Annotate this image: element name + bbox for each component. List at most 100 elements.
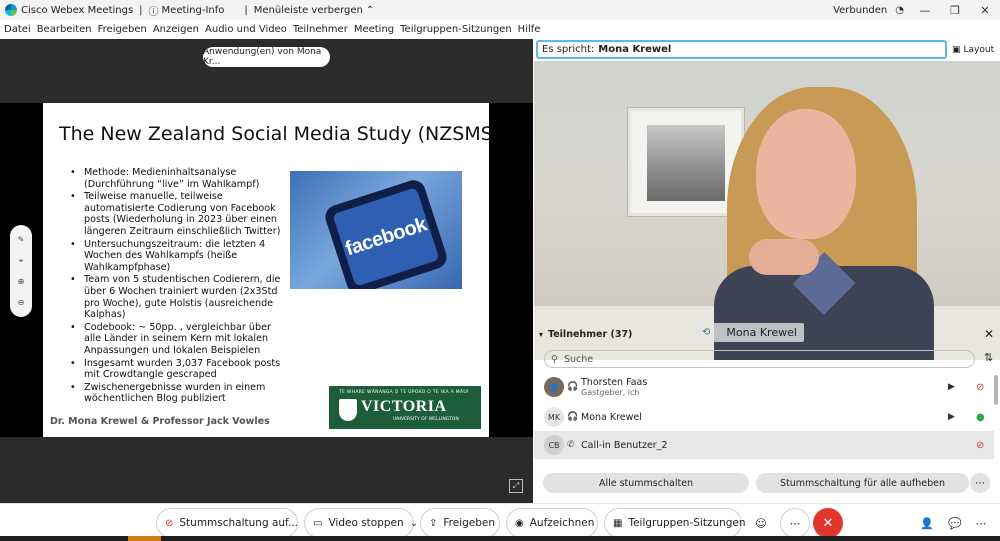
share-button[interactable]: ⇪ Freigeben bbox=[420, 508, 500, 538]
slide-bullet: Codebook: ~ 50pp. , vergleichbar über al… bbox=[67, 322, 282, 357]
facebook-phone-image: facebook bbox=[290, 171, 462, 289]
participant-name: Thorsten Faas bbox=[581, 377, 648, 388]
speaking-name: Mona Krewel bbox=[598, 44, 672, 55]
slide-bullet: Untersuchungszeitraum: die letzten 4 Woc… bbox=[67, 239, 282, 274]
right-panel: Es spricht: Mona Krewel ▣ Layout ⟲ Mona … bbox=[534, 39, 1000, 503]
slide-title: The New Zealand Social Media Study (NZSM… bbox=[59, 123, 489, 145]
share-icon: ⇪ bbox=[429, 517, 438, 529]
menu-bearbeiten[interactable]: Bearbeiten bbox=[37, 24, 92, 35]
breakout-button[interactable]: ▦ Teilgruppen-Sitzungen bbox=[604, 508, 746, 538]
mic-muted-icon: ⊘ bbox=[165, 517, 174, 529]
scrollbar-thumb[interactable] bbox=[994, 375, 998, 405]
participant-row[interactable]: 👤 🎧 Thorsten Faas Gastgeber, ich ▶ ⊘ bbox=[534, 373, 994, 401]
more-options-icon[interactable]: ⋯ bbox=[970, 473, 990, 493]
mic-muted-icon[interactable]: ⊘ bbox=[976, 440, 984, 451]
camera-icon: ▶ bbox=[948, 382, 955, 392]
search-icon: ⚲ bbox=[551, 353, 558, 365]
hide-menu-button[interactable]: Menüleiste verbergen ⌃ bbox=[254, 5, 374, 16]
close-icon: ✕ bbox=[822, 515, 834, 531]
record-button[interactable]: ◉ Aufzeichnen bbox=[506, 508, 598, 538]
meeting-info-label: Meeting-Info bbox=[161, 4, 225, 16]
victoria-university-logo: TE WHARE WĀNANGA O TE ŪPOKO O TE IKA A M… bbox=[329, 386, 481, 429]
facebook-wordmark: facebook bbox=[342, 213, 430, 260]
menu-hilfe[interactable]: Hilfe bbox=[518, 24, 541, 35]
sharing-indicator[interactable]: Anwendung(en) von Mona Kr... bbox=[203, 47, 330, 67]
slide-bullet: Teilweise manuelle, teilweise automatisi… bbox=[67, 191, 282, 237]
participant-search-input[interactable]: ⚲ Suche bbox=[544, 350, 975, 368]
chevron-down-icon[interactable]: ▾ bbox=[539, 330, 543, 339]
panel-more-button[interactable]: ⋯ bbox=[966, 508, 996, 538]
participant-row[interactable]: MK 🎧 Mona Krewel ▶ ● bbox=[534, 403, 994, 431]
mic-active-icon[interactable]: ● bbox=[976, 412, 985, 423]
phone-icon: ✆ bbox=[567, 440, 575, 450]
annotate-icon[interactable]: ✎ bbox=[18, 235, 25, 244]
person-icon: 👤 bbox=[920, 516, 934, 530]
reactions-button[interactable]: ☺ bbox=[746, 508, 776, 538]
headset-icon: 🎧 bbox=[567, 412, 579, 422]
title-separator-2: | bbox=[244, 4, 248, 16]
pointer-icon[interactable]: ⌖ bbox=[19, 256, 24, 266]
share-label: Freigeben bbox=[443, 517, 496, 529]
mute-label: Stummschaltung auf... bbox=[179, 517, 298, 529]
phone-screen: facebook bbox=[332, 187, 440, 287]
slide-bullet: Methode: Medieninhaltsanalyse (Durchführ… bbox=[67, 167, 282, 190]
close-icon[interactable]: ✕ bbox=[984, 327, 994, 341]
mute-button[interactable]: ⊘ Stummschaltung auf... ⌄ bbox=[156, 508, 312, 538]
logo-motto: TE WHARE WĀNANGA O TE ŪPOKO O TE IKA A M… bbox=[339, 390, 469, 395]
video-label: Video stoppen bbox=[328, 517, 404, 529]
slide-bullet: Team von 5 studentischen Codierern, die … bbox=[67, 274, 282, 320]
menu-freigeben[interactable]: Freigeben bbox=[98, 24, 147, 35]
layout-icon: ▣ bbox=[952, 44, 961, 55]
menu-audio-video[interactable]: Audio und Video bbox=[205, 24, 287, 35]
participants-button[interactable]: 👤 bbox=[912, 508, 942, 538]
participants-scrollbar[interactable] bbox=[994, 375, 998, 485]
avatar: MK bbox=[544, 407, 564, 427]
layout-button[interactable]: ▣ Layout bbox=[952, 40, 998, 59]
minimize-button[interactable]: — bbox=[910, 0, 940, 20]
title-separator: | bbox=[139, 4, 143, 16]
menu-anzeigen[interactable]: Anzeigen bbox=[153, 24, 199, 35]
more-icon: ⋯ bbox=[975, 516, 987, 530]
menu-meeting[interactable]: Meeting bbox=[354, 24, 394, 35]
slide-footer: Dr. Mona Krewel & Professor Jack Vowles bbox=[50, 416, 270, 427]
crest-icon bbox=[339, 399, 357, 421]
os-taskbar bbox=[0, 536, 1000, 541]
phone-shape: facebook bbox=[322, 177, 450, 289]
menu-datei[interactable]: Datei bbox=[4, 24, 31, 35]
window-controls: Verbunden ◔ — ❐ ✕ bbox=[833, 0, 1000, 20]
webex-logo-icon bbox=[5, 4, 17, 16]
slide-bullet: Insgesamt wurden 3,037 Facebook posts mi… bbox=[67, 358, 282, 381]
sort-icon[interactable]: ⇅ bbox=[984, 351, 993, 364]
end-meeting-button[interactable]: ✕ bbox=[813, 508, 843, 538]
more-button[interactable]: ⋯ bbox=[780, 508, 810, 538]
more-icon: ⋯ bbox=[789, 516, 801, 530]
logo-name: VICTORIA bbox=[361, 398, 447, 415]
chevron-down-icon[interactable]: ⌄ bbox=[410, 518, 418, 529]
slide-bullet-list: Methode: Medieninhaltsanalyse (Durchführ… bbox=[67, 167, 282, 406]
close-window-button[interactable]: ✕ bbox=[970, 0, 1000, 20]
zoom-in-icon[interactable]: ⊕ bbox=[18, 277, 25, 286]
breakout-icon: ▦ bbox=[613, 517, 623, 529]
restore-button[interactable]: ❐ bbox=[940, 0, 970, 20]
logo-subtitle: UNIVERSITY OF WELLINGTON bbox=[393, 417, 459, 422]
camera-icon: ▭ bbox=[313, 517, 323, 529]
participants-header: ▾ Teilnehmer (37) ✕ bbox=[534, 326, 1000, 342]
slide-bullet: Zwischenergebnisse wurden in einem wöche… bbox=[67, 382, 282, 405]
zoom-out-icon[interactable]: ⊖ bbox=[18, 298, 25, 307]
expand-icon[interactable]: ⤢ bbox=[509, 479, 523, 493]
stop-video-button[interactable]: ▭ Video stoppen ⌄ bbox=[304, 508, 418, 538]
participant-role: Gastgeber, ich bbox=[581, 388, 640, 397]
mute-all-button[interactable]: Alle stummschalten bbox=[543, 473, 749, 493]
chat-icon: 💬 bbox=[948, 516, 962, 530]
mic-muted-icon[interactable]: ⊘ bbox=[976, 382, 984, 393]
menu-teilnehmer[interactable]: Teilnehmer bbox=[293, 24, 348, 35]
hide-menu-label: Menüleiste verbergen bbox=[253, 4, 363, 16]
unmute-all-button[interactable]: Stummschaltung für alle aufheben bbox=[756, 473, 969, 493]
taskbar-active-app[interactable] bbox=[128, 536, 161, 541]
search-placeholder: Suche bbox=[563, 353, 594, 365]
participant-row[interactable]: CB ✆ Call-in Benutzer_2 ⊘ bbox=[534, 431, 994, 459]
menu-teilgruppen[interactable]: Teilgruppen-Sitzungen bbox=[400, 24, 512, 35]
speaker-video: ⟲ Mona Krewel bbox=[534, 61, 1000, 360]
record-icon: ◉ bbox=[515, 517, 524, 529]
meeting-info-button[interactable]: ⓘ Meeting-Info bbox=[149, 3, 225, 18]
